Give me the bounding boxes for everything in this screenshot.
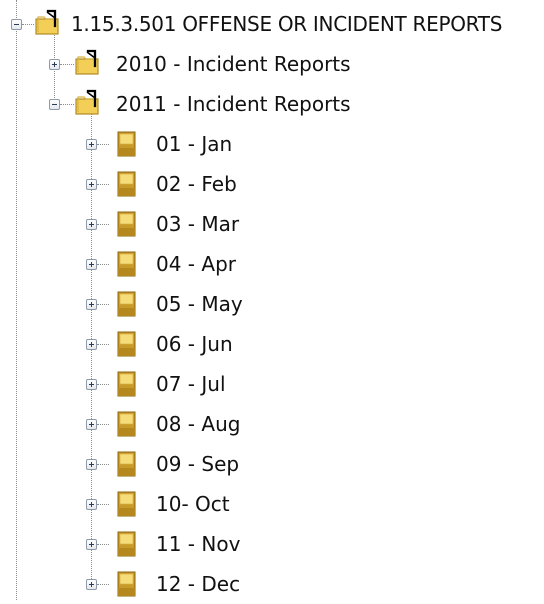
tree-node-2011[interactable]: 2011 - Incident Reports <box>0 84 544 124</box>
tree-node-month[interactable]: 03 - Mar <box>0 204 544 244</box>
tree-node-month[interactable]: 10- Oct <box>0 484 544 524</box>
expand-toggle[interactable] <box>86 139 97 150</box>
folder-tab-icon <box>117 371 136 397</box>
folder-tab-icon <box>117 491 136 517</box>
folder-tree: 1.15.3.501 OFFENSE OR INCIDENT REPORTS 2… <box>0 0 544 600</box>
collapse-toggle[interactable] <box>11 19 22 30</box>
folder-tab-icon <box>117 451 136 477</box>
tree-connector-line <box>97 384 109 385</box>
tree-node-label: 10- Oct <box>156 492 230 516</box>
expand-toggle[interactable] <box>86 459 97 470</box>
expand-toggle[interactable] <box>86 259 97 270</box>
tree-node-month[interactable]: 02 - Feb <box>0 164 544 204</box>
folder-tab-icon <box>117 571 136 597</box>
folder-tab-icon <box>117 331 136 357</box>
tree-connector-line <box>97 264 109 265</box>
tree-node-label: 08 - Aug <box>156 412 241 436</box>
tree-node-label: 12 - Dec <box>156 572 241 596</box>
expand-toggle[interactable] <box>49 59 60 70</box>
folder-tab-icon <box>117 251 136 277</box>
tree-connector-line <box>97 304 109 305</box>
tree-connector-line <box>97 224 109 225</box>
tree-connector-line <box>97 464 109 465</box>
tree-node-label: 01 - Jan <box>156 132 233 156</box>
tree-node-label: 03 - Mar <box>156 212 240 236</box>
folder-tab-icon <box>117 411 136 437</box>
tree-connector-line <box>97 184 109 185</box>
expand-toggle[interactable] <box>86 339 97 350</box>
expand-toggle[interactable] <box>86 419 97 430</box>
expand-toggle[interactable] <box>86 539 97 550</box>
tree-node-month[interactable]: 09 - Sep <box>0 444 544 484</box>
tree-node-label: 05 - May <box>156 292 243 316</box>
folder-open-icon <box>35 9 59 35</box>
folder-open-icon <box>75 49 99 75</box>
folder-tab-icon <box>117 211 136 237</box>
tree-node-month[interactable]: 07 - Jul <box>0 364 544 404</box>
tree-node-month[interactable]: 05 - May <box>0 284 544 324</box>
tree-node-label: 11 - Nov <box>156 532 241 556</box>
expand-toggle[interactable] <box>86 219 97 230</box>
folder-tab-icon <box>117 131 136 157</box>
tree-node-month[interactable]: 12 - Dec <box>0 564 544 604</box>
tree-node-label: 2010 - Incident Reports <box>116 52 351 76</box>
tree-node-root[interactable]: 1.15.3.501 OFFENSE OR INCIDENT REPORTS <box>0 4 544 44</box>
tree-connector-line <box>97 344 109 345</box>
tree-node-month[interactable]: 01 - Jan <box>0 124 544 164</box>
tree-connector-line <box>97 584 109 585</box>
expand-toggle[interactable] <box>86 179 97 190</box>
folder-tab-icon <box>117 171 136 197</box>
tree-node-2010[interactable]: 2010 - Incident Reports <box>0 44 544 84</box>
tree-connector-line <box>97 504 109 505</box>
tree-connector-line <box>97 544 109 545</box>
expand-toggle[interactable] <box>86 379 97 390</box>
folder-tab-icon <box>117 291 136 317</box>
expand-toggle[interactable] <box>86 579 97 590</box>
tree-node-month[interactable]: 04 - Apr <box>0 244 544 284</box>
collapse-toggle[interactable] <box>49 99 60 110</box>
tree-node-month[interactable]: 08 - Aug <box>0 404 544 444</box>
tree-node-label: 2011 - Incident Reports <box>116 92 351 116</box>
folder-tab-icon <box>117 531 136 557</box>
tree-node-label: 07 - Jul <box>156 372 226 396</box>
tree-node-label: 02 - Feb <box>156 172 237 196</box>
tree-node-label: 04 - Apr <box>156 252 236 276</box>
folder-open-icon <box>75 89 99 115</box>
tree-connector-line <box>97 424 109 425</box>
tree-node-label: 09 - Sep <box>156 452 240 476</box>
expand-toggle[interactable] <box>86 499 97 510</box>
expand-toggle[interactable] <box>86 299 97 310</box>
tree-node-month[interactable]: 06 - Jun <box>0 324 544 364</box>
tree-node-label: 06 - Jun <box>156 332 233 356</box>
tree-node-label: 1.15.3.501 OFFENSE OR INCIDENT REPORTS <box>71 12 503 36</box>
tree-connector-line <box>97 144 109 145</box>
tree-node-month[interactable]: 11 - Nov <box>0 524 544 564</box>
